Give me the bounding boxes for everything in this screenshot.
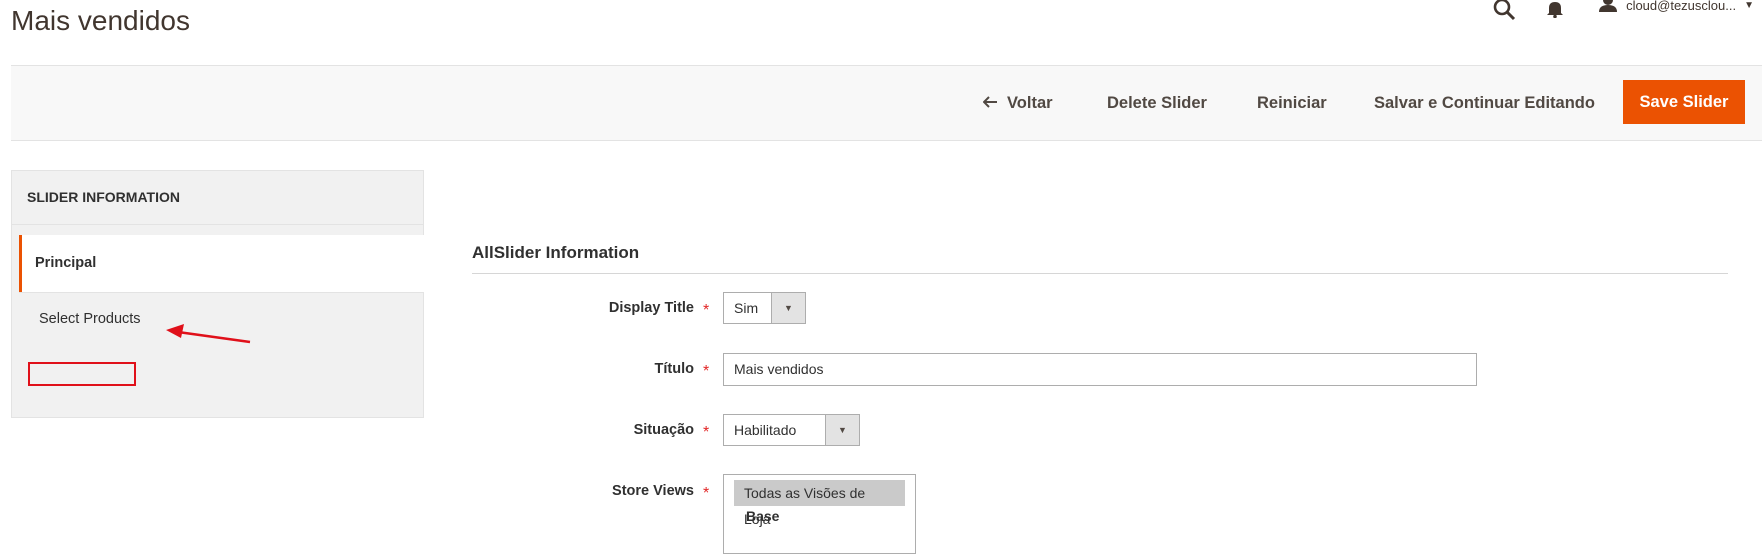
chevron-down-icon: ▼	[1744, 0, 1754, 11]
back-label: Voltar	[1007, 94, 1053, 112]
required-marker: *	[703, 302, 710, 319]
search-icon[interactable]	[1493, 0, 1517, 26]
display-title-value: Sim	[734, 300, 759, 316]
sidebar-title: SLIDER INFORMATION	[11, 170, 424, 225]
store-view-option[interactable]: Todas as Visões de Loja	[734, 480, 905, 527]
situacao-select[interactable]: Habilitado ▼	[723, 414, 860, 446]
page-title: Mais vendidos	[11, 5, 190, 36]
user-icon	[1598, 0, 1618, 15]
situacao-value: Habilitado	[734, 422, 797, 438]
back-button[interactable]: Voltar	[982, 66, 1053, 140]
annotation-arrow-icon	[166, 318, 252, 349]
store-views-multiselect[interactable]: Todas as Visões de Loja Base	[723, 474, 916, 554]
arrow-left-icon	[982, 66, 997, 140]
titulo-label: Título	[654, 361, 694, 377]
store-view-group: Base	[746, 508, 780, 524]
situacao-label: Situação	[633, 422, 694, 438]
annotation-highlight-box	[28, 362, 136, 386]
required-marker: *	[703, 363, 710, 380]
sidebar: SLIDER INFORMATION Principal Select Prod…	[11, 170, 424, 418]
sidebar-item-principal[interactable]: Principal	[19, 235, 424, 292]
section-title: AllSlider Information	[472, 243, 640, 262]
bell-icon[interactable]	[1546, 0, 1564, 23]
chevron-down-icon: ▼	[825, 415, 859, 445]
required-marker: *	[703, 424, 710, 441]
page-actions-bar: Voltar Delete Slider Reiniciar Salvar e …	[11, 65, 1762, 141]
display-title-select[interactable]: Sim ▼	[723, 292, 806, 324]
user-name: cloud@tezusclou...	[1626, 0, 1737, 13]
section-divider	[472, 273, 1728, 274]
store-views-label: Store Views	[612, 483, 694, 499]
chevron-down-icon: ▼	[771, 293, 805, 323]
save-slider-button[interactable]: Save Slider	[1623, 80, 1745, 124]
titulo-input[interactable]: Mais vendidos	[723, 353, 1477, 386]
required-marker: *	[703, 485, 710, 502]
save-and-continue-button[interactable]: Salvar e Continuar Editando	[1374, 66, 1595, 140]
display-title-label: Display Title	[608, 300, 694, 316]
delete-slider-button[interactable]: Delete Slider	[1107, 66, 1207, 140]
reset-button[interactable]: Reiniciar	[1257, 66, 1327, 140]
user-menu[interactable]: cloud@tezusclou... ▼	[1598, 0, 1754, 16]
